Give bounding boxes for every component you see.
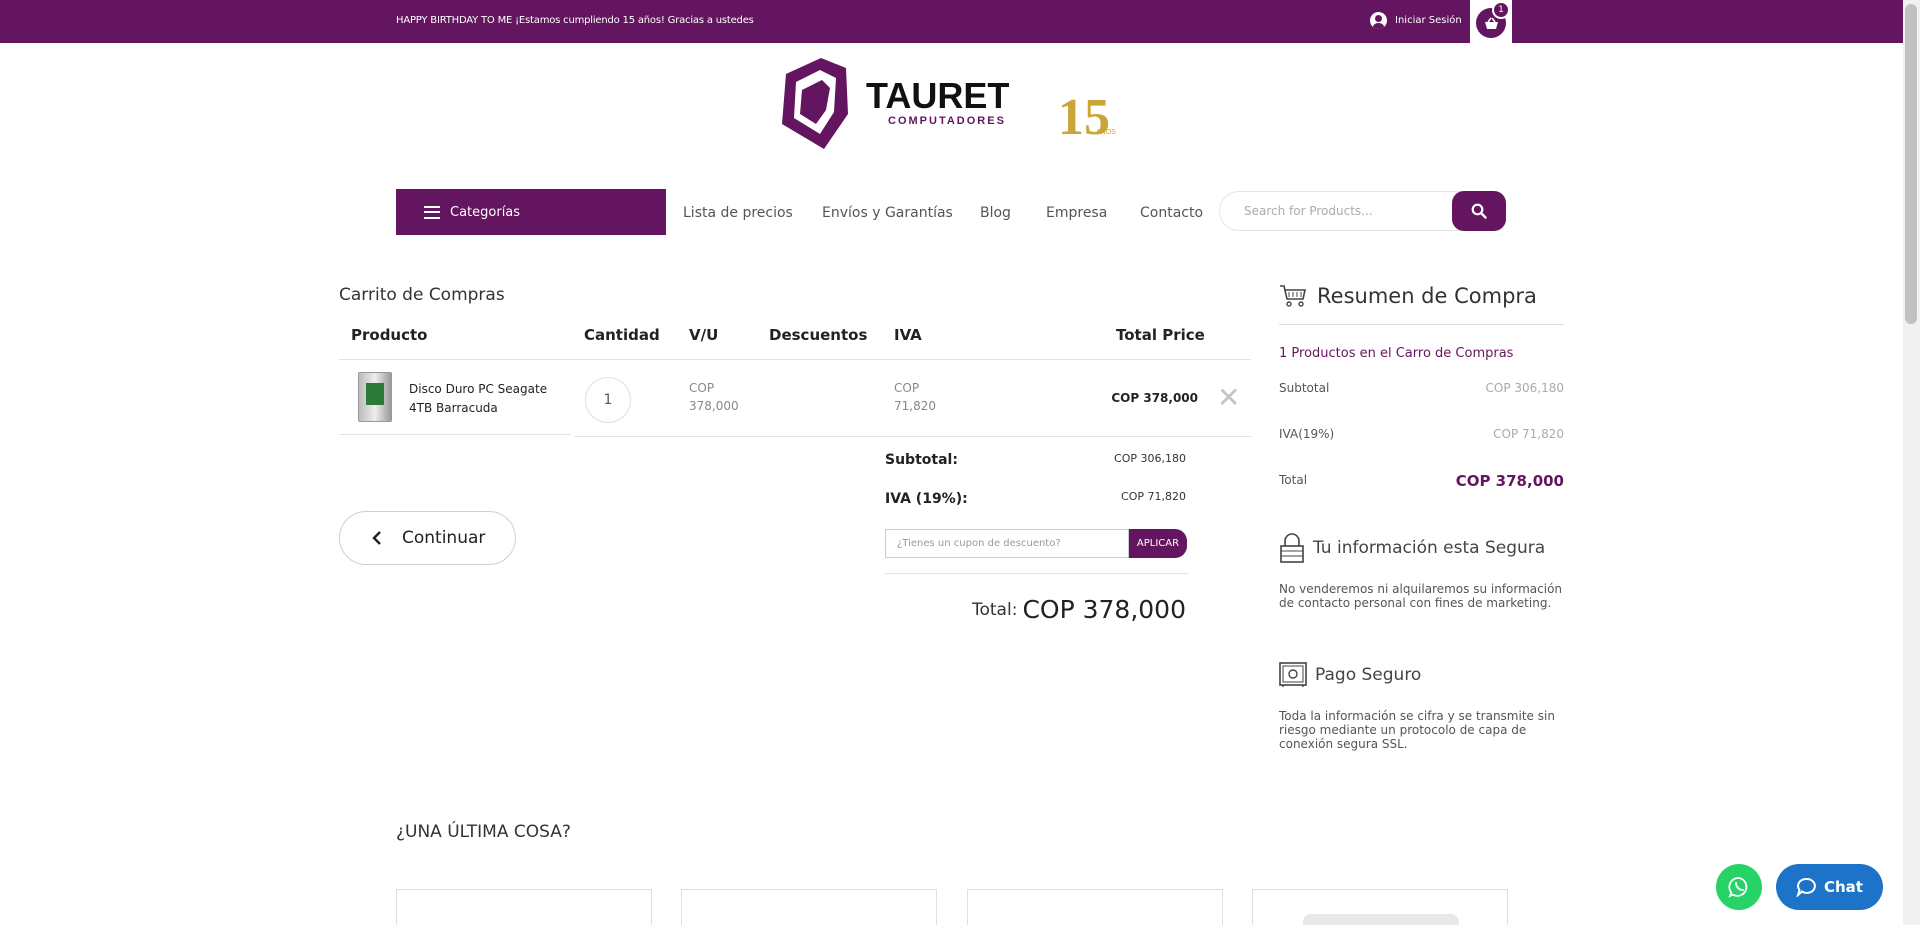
product-name[interactable]: Disco Duro PC Seagate 4TB Barracuda (409, 380, 559, 418)
summary-title-label: Resumen de Compra (1317, 284, 1537, 308)
col-product: Producto (351, 326, 428, 344)
upsell-card[interactable] (967, 889, 1223, 925)
svg-text:15: 15 (1058, 89, 1110, 146)
continue-shopping-button[interactable]: Continuar (339, 511, 516, 565)
summary-iva-label: IVA(19%) (1279, 427, 1335, 441)
menu-icon (424, 205, 440, 219)
iva-value: COP 71,820 (1121, 490, 1186, 503)
user-icon (1370, 12, 1387, 29)
promo-text: HAPPY BIRTHDAY TO ME ¡Estamos cumpliendo… (396, 15, 754, 26)
shopping-cart-icon (1280, 285, 1306, 307)
summary-iva-value: COP 71,820 (1493, 427, 1564, 441)
unit-price: COP 378,000 (689, 381, 739, 413)
remove-item-icon[interactable]: ✕ (1217, 384, 1240, 412)
col-total-price: Total Price (1116, 326, 1205, 344)
secure-info-title-label: Tu información esta Segura (1313, 538, 1546, 558)
chevron-left-icon (372, 531, 381, 545)
product-thumbnail (1303, 914, 1459, 925)
summary-subtotal-value: COP 306,180 (1485, 381, 1565, 395)
col-unit-value: V/U (689, 326, 719, 344)
row-total-price: COP 378,000 (1111, 391, 1198, 405)
secure-info-text: No venderemos ni alquilaremos su informa… (1279, 582, 1563, 610)
top-bar (0, 0, 1920, 43)
upsell-card[interactable] (1252, 889, 1508, 925)
whatsapp-icon (1728, 877, 1748, 898)
summary-total-value: COP 378,000 (1455, 472, 1564, 490)
tauret-logo-icon: TAURET COMPUTADORES 15 AÑOS (782, 58, 1116, 149)
row-divider-left (339, 434, 571, 435)
col-discounts: Descuentos (769, 326, 868, 344)
svg-text:AÑOS: AÑOS (1096, 127, 1116, 136)
basket-icon (1484, 17, 1498, 29)
iva-label: IVA (19%): (885, 491, 968, 507)
quantity-input[interactable]: 1 (585, 377, 631, 423)
upsell-card[interactable] (681, 889, 937, 925)
categories-button[interactable]: Categorías (396, 189, 666, 235)
chat-label: Chat (1824, 878, 1863, 896)
login-label: Iniciar Sesión (1395, 15, 1462, 26)
nav-blog[interactable]: Blog (980, 205, 1011, 221)
categories-label: Categorías (450, 204, 521, 220)
nav-contact[interactable]: Contacto (1140, 205, 1203, 221)
nav-shipping[interactable]: Envíos y Garantías (822, 205, 953, 221)
total-divider (885, 573, 1188, 574)
continue-label: Continuar (402, 528, 486, 548)
search-icon (1471, 203, 1487, 219)
product-image[interactable] (358, 372, 392, 422)
apply-coupon-button[interactable]: APLICAR (1129, 529, 1187, 558)
site-logo[interactable]: TAURET COMPUTADORES 15 AÑOS (776, 54, 1126, 154)
subtotal-label: Subtotal: (885, 452, 958, 468)
chat-button[interactable]: Chat (1776, 864, 1883, 910)
safe-icon (1279, 662, 1307, 687)
iva-amount: COP 71,820 (894, 381, 936, 413)
upsell-title: ¿UNA ÚLTIMA COSA? (396, 822, 571, 842)
login-link[interactable]: Iniciar Sesión (1370, 12, 1462, 29)
coupon-input[interactable]: ¿Tienes un cupon de descuento? (885, 529, 1129, 558)
secure-info-title: Tu información esta Segura (1279, 533, 1545, 563)
secure-payment-text: Toda la información se cifra y se transm… (1279, 709, 1555, 751)
search-button[interactable] (1452, 191, 1506, 231)
secure-payment-title-label: Pago Seguro (1315, 665, 1422, 685)
upsell-card[interactable] (396, 889, 652, 925)
summary-total-label: Total (1279, 473, 1308, 487)
summary-divider (1279, 324, 1564, 325)
summary-title: Resumen de Compra (1279, 284, 1537, 308)
scrollbar-thumb[interactable] (1905, 4, 1917, 324)
whatsapp-button[interactable] (1716, 864, 1762, 910)
col-quantity: Cantidad (584, 326, 660, 344)
summary-subtotal-label: Subtotal (1279, 381, 1330, 395)
cart-title: Carrito de Compras (339, 285, 505, 305)
chat-bubble-icon (1796, 877, 1816, 897)
total-value: COP 378,000 (1022, 595, 1186, 624)
subtotal-value: COP 306,180 (1114, 452, 1186, 465)
nav-price-list[interactable]: Lista de precios (683, 205, 793, 221)
nav-company[interactable]: Empresa (1046, 205, 1107, 221)
svg-text:COMPUTADORES: COMPUTADORES (888, 115, 1006, 127)
secure-payment-title: Pago Seguro (1279, 662, 1421, 688)
cart-count-badge: 1 (1492, 1, 1510, 19)
svg-text:TAURET: TAURET (866, 75, 1009, 116)
summary-count: 1 Productos en el Carro de Compras (1279, 346, 1514, 361)
lock-icon (1280, 533, 1304, 563)
col-iva: IVA (894, 326, 922, 344)
row-divider-right (574, 436, 1251, 437)
header-divider (339, 359, 1251, 360)
